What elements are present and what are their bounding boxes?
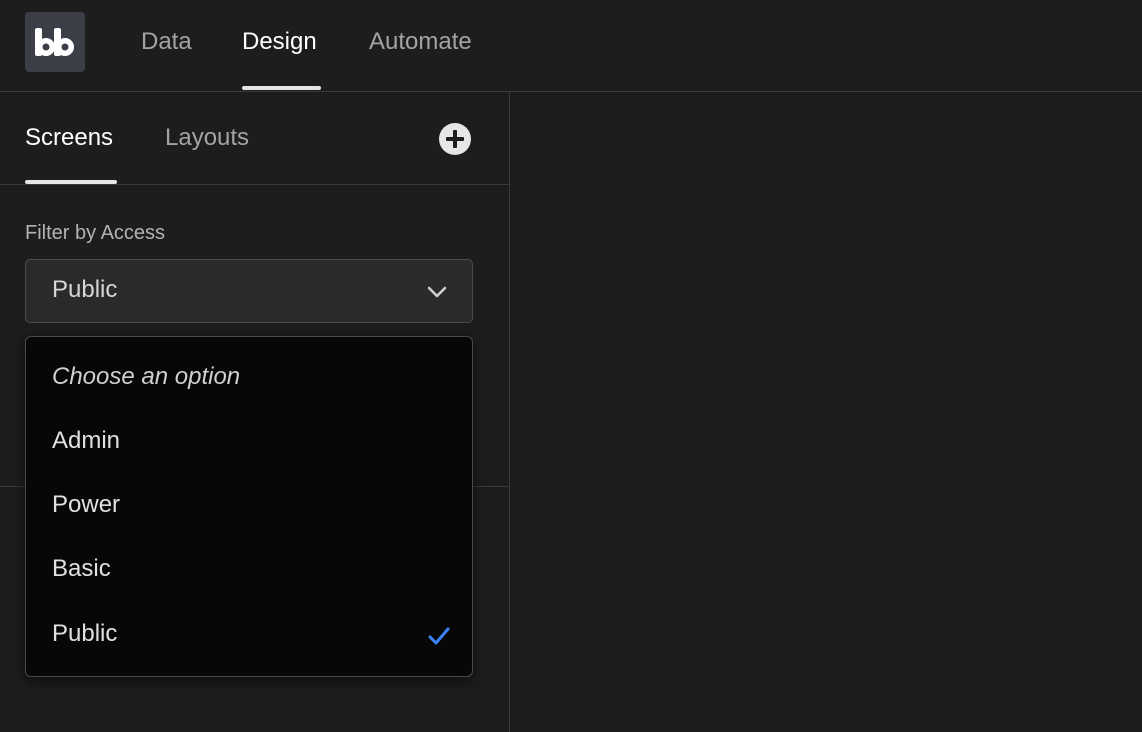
option-basic[interactable]: Basic: [26, 541, 472, 601]
nav-tab-data[interactable]: Data: [141, 28, 192, 62]
access-select[interactable]: Public: [25, 259, 473, 323]
logo-bb-icon: [35, 28, 74, 56]
checkmark-icon: [428, 627, 450, 645]
option-public[interactable]: Public: [26, 606, 472, 666]
plus-circle-icon: [439, 123, 471, 155]
tab-layouts[interactable]: Layouts: [165, 124, 249, 152]
nav-tab-design[interactable]: Design: [242, 28, 317, 62]
top-bar: Data Design Automate: [0, 0, 1142, 92]
option-power[interactable]: Power: [26, 477, 472, 537]
option-placeholder-label: Choose an option: [52, 363, 241, 390]
nav-tab-automate[interactable]: Automate: [369, 28, 472, 62]
option-basic-label: Basic: [52, 555, 111, 582]
filter-access-label: Filter by Access: [25, 222, 166, 244]
budibase-logo[interactable]: [25, 12, 85, 72]
add-screen-button[interactable]: [438, 122, 472, 156]
option-placeholder[interactable]: Choose an option: [26, 349, 472, 409]
chevron-down-icon: [427, 286, 447, 298]
nav-active-indicator: [242, 86, 321, 90]
option-power-label: Power: [52, 491, 121, 518]
option-public-label: Public: [52, 620, 118, 647]
option-admin-label: Admin: [52, 427, 121, 454]
option-admin[interactable]: Admin: [26, 413, 472, 473]
panel-tab-active-indicator: [25, 180, 117, 184]
access-select-value: Public: [52, 276, 118, 303]
panel-tabs: Screens Layouts: [0, 92, 509, 185]
access-options-popover: Choose an option Admin Power Basic Publi…: [25, 336, 473, 677]
app-root: Data Design Automate Screens Layouts Fil…: [0, 0, 1142, 732]
tab-screens[interactable]: Screens: [25, 124, 113, 152]
